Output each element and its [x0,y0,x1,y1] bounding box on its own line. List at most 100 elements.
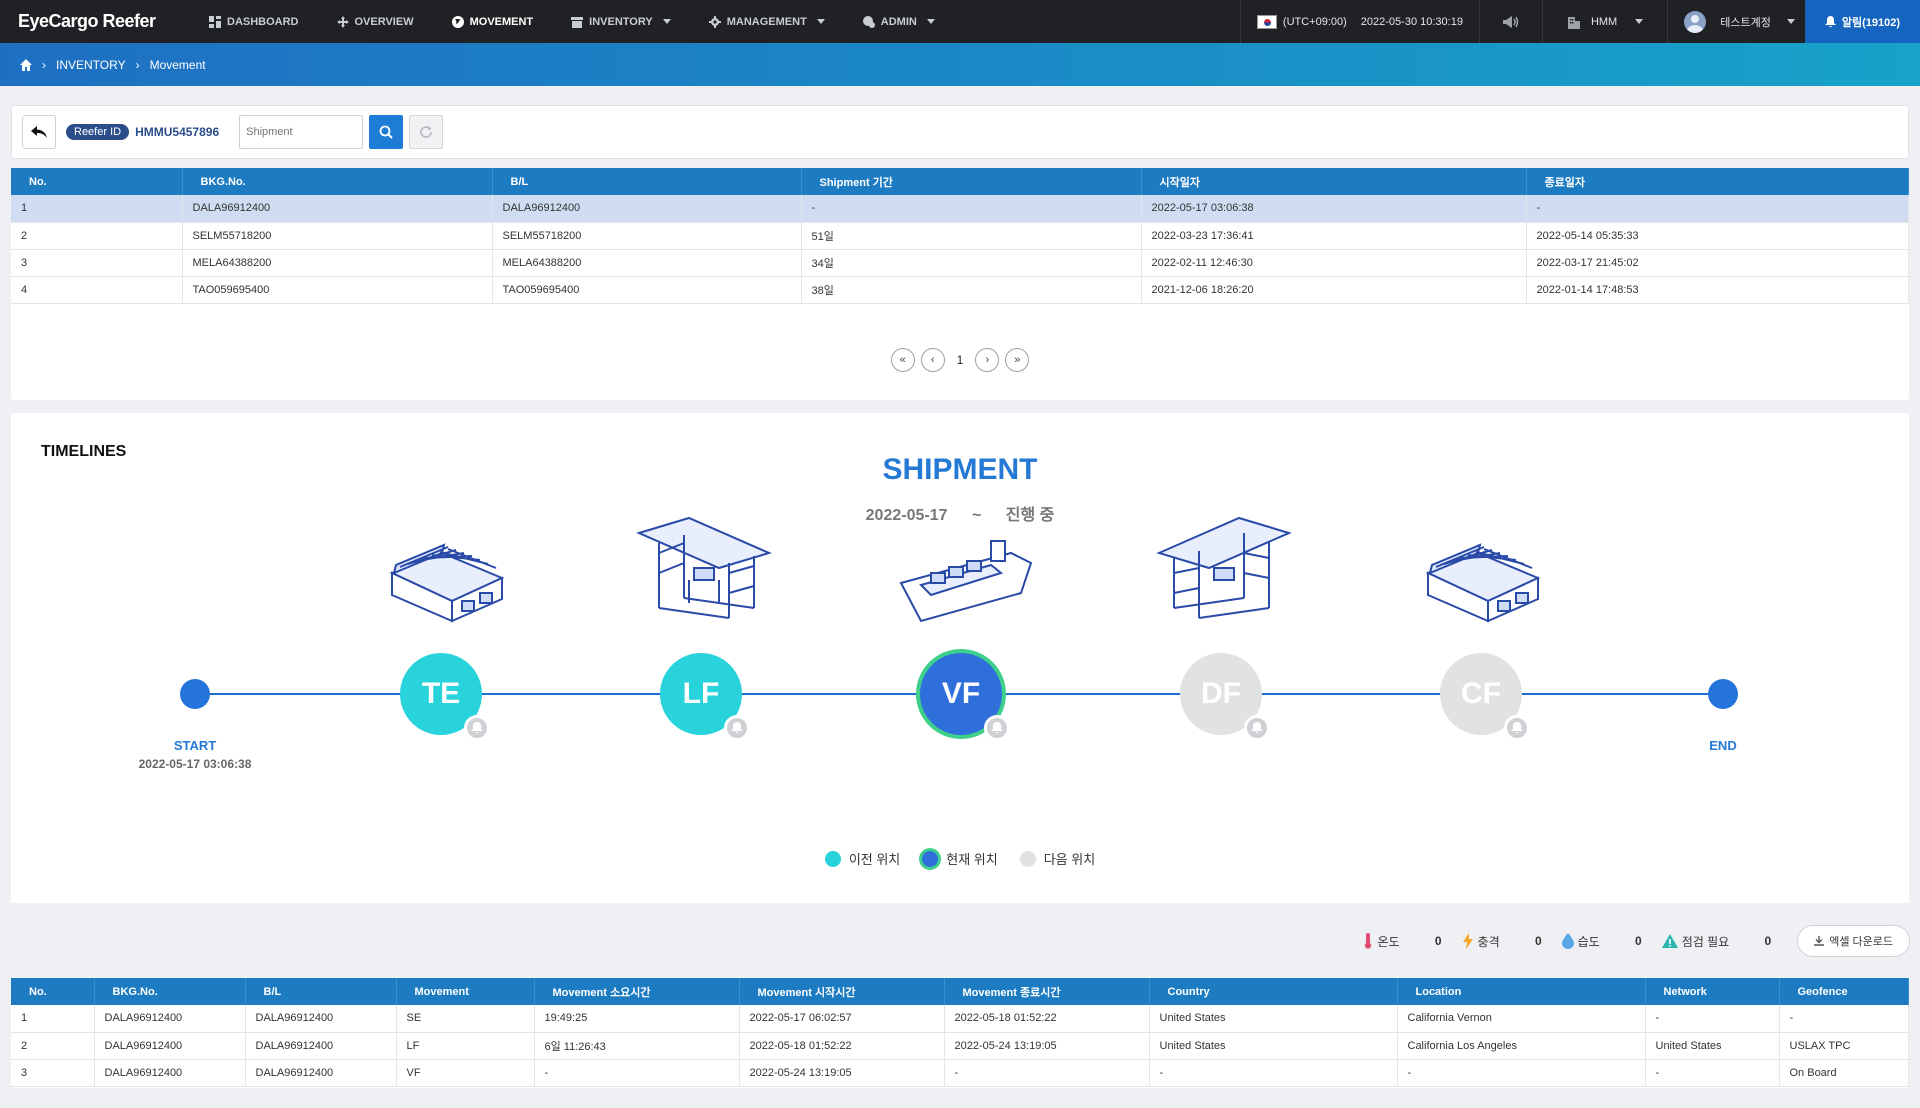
pagination: « ‹ 1 › » [11,348,1909,372]
table-cell: 2022-05-14 05:35:33 [1526,222,1909,250]
table-cell: - [1779,1005,1909,1033]
search-button[interactable] [369,115,404,149]
table-row[interactable]: 2 SELM55718200 SELM55718200 51일 2022-03-… [11,222,1909,250]
legend-dot [824,850,841,867]
avatar [1684,10,1707,33]
timeline-node-df[interactable]: DF [1180,653,1270,741]
table-cell: 2022-01-14 17:48:53 [1526,276,1909,304]
back-button[interactable] [22,115,56,149]
shipment-table: No. BKG.No. B/L Shipment 기간 시작일자 종료일자 1 … [11,168,1909,304]
timeline-start-dot[interactable] [180,679,210,709]
page-number[interactable]: 1 [951,353,970,367]
column-header[interactable]: Movement 시작시간 [739,978,945,1005]
table-cell: - [1645,1005,1780,1033]
table-cell: MELA64388200 [182,249,493,277]
dashboard-icon [209,15,221,28]
bell-icon[interactable] [984,715,1010,741]
app-logo[interactable]: EyeCargo Reefer [0,11,190,32]
alarm-button[interactable]: 알림(19102) [1804,0,1920,43]
table-cell: TAO059695400 [492,276,802,304]
nav-dashboard-label: DASHBOARD [227,15,299,28]
table-cell: - [1149,1059,1398,1087]
timeline-tilde: ~ [971,507,982,524]
gear-icon [708,15,721,28]
table-cell: TAO059695400 [182,276,493,304]
column-header[interactable]: BKG.No. [182,168,493,195]
alert-humidity: 습도 0 [1561,933,1654,950]
timeline-end-label: END [1709,738,1737,753]
column-header[interactable]: Movement [396,978,535,1005]
column-header[interactable]: Country [1149,978,1398,1005]
column-header[interactable]: Location [1397,978,1646,1005]
nav-admin[interactable]: ADMIN [844,0,954,43]
column-header[interactable]: Movement 소요시간 [534,978,740,1005]
column-header[interactable]: Shipment 기간 [801,168,1142,195]
table-row[interactable]: 3 MELA64388200 MELA64388200 34일 2022-02-… [11,249,1909,277]
announcement-button[interactable] [1478,0,1542,43]
timeline-node-lf[interactable]: LF [660,653,750,741]
timeline-node-vf[interactable]: VF [920,653,1010,741]
column-header[interactable]: B/L [245,978,397,1005]
table-row[interactable]: 4 TAO059695400 TAO059695400 38일 2021-12-… [11,276,1909,304]
table-cell: On Board [1779,1059,1909,1087]
inventory-icon [571,16,584,28]
table-row[interactable]: 1 DALA96912400 DALA96912400 SE 19:49:25 … [11,1005,1909,1033]
timeline-node-te[interactable]: TE [400,653,490,741]
refresh-button[interactable] [409,115,444,149]
alert-temperature: 온도 0 [1363,933,1453,950]
timeline-end-dot[interactable] [1708,679,1738,709]
bell-icon[interactable] [1504,715,1530,741]
last-page-button[interactable]: » [1005,348,1030,372]
column-header[interactable]: No. [11,168,183,195]
table-cell: VF [396,1059,535,1087]
bell-icon[interactable] [1244,715,1270,741]
column-header[interactable]: BKG.No. [94,978,246,1005]
nav-movement[interactable]: MOVEMENT [433,0,553,43]
timeline-node-cf[interactable]: CF [1440,653,1530,741]
prev-page-button[interactable]: ‹ [920,348,945,372]
movement-table: No. BKG.No. B/L Movement Movement 소요시간 M… [11,978,1909,1087]
table-row[interactable]: 1 DALA96912400 DALA96912400 - 2022-05-17… [11,195,1909,223]
nav-overview[interactable]: OVERVIEW [318,0,433,43]
column-header[interactable]: 종료일자 [1526,168,1909,195]
bell-icon[interactable] [464,715,490,741]
table-row[interactable]: 3 DALA96912400 DALA96912400 VF - 2022-05… [11,1059,1909,1087]
column-header[interactable]: No. [11,978,95,1005]
bell-icon[interactable] [724,715,750,741]
movement-list-panel: No. BKG.No. B/L Movement Movement 소요시간 M… [11,978,1909,1088]
alert-count: 0 [1764,934,1772,948]
column-header[interactable]: Movement 종료시간 [944,978,1150,1005]
nav-management[interactable]: MANAGEMENT [690,0,844,43]
table-cell: - [801,195,1142,223]
column-header[interactable]: 시작일자 [1141,168,1527,195]
excel-download-button[interactable]: 엑셀 다운로드 [1797,925,1910,957]
shipment-search-input[interactable] [239,115,364,149]
globe-icon [451,15,464,28]
table-cell: United States [1149,1005,1398,1033]
alert-shock: 충격 0 [1462,933,1554,950]
table-cell: California Los Angeles [1397,1032,1646,1060]
table-row[interactable]: 2 DALA96912400 DALA96912400 LF 6일 11:26:… [11,1032,1909,1060]
nav-dashboard[interactable]: DASHBOARD [190,0,318,43]
chevron-down-icon [816,19,825,24]
building-icon [1567,16,1580,29]
nav-inventory[interactable]: INVENTORY [552,0,690,43]
node-label: DF [1201,677,1241,710]
column-header[interactable]: Network [1645,978,1780,1005]
warehouse-icon [1425,543,1541,623]
thermometer-icon [1365,933,1372,949]
company-selector[interactable]: HMM [1541,0,1667,43]
table-cell: 2022-05-24 13:19:05 [944,1032,1150,1060]
first-page-button[interactable]: « [890,348,915,372]
table-cell: 2022-05-18 01:52:22 [739,1032,945,1060]
user-menu[interactable]: 테스트계정 [1667,0,1805,43]
home-icon[interactable] [20,58,32,71]
table-cell: USLAX TPC [1779,1032,1909,1060]
table-header-row: No. BKG.No. B/L Movement Movement 소요시간 M… [11,978,1909,1005]
next-page-button[interactable]: › [975,348,1000,372]
breadcrumb-inventory[interactable]: INVENTORY [56,58,126,72]
column-header[interactable]: Geofence [1779,978,1909,1005]
column-header[interactable]: B/L [492,168,802,195]
table-cell: 2022-05-17 06:02:57 [739,1005,945,1033]
reply-arrow-icon [31,126,47,138]
